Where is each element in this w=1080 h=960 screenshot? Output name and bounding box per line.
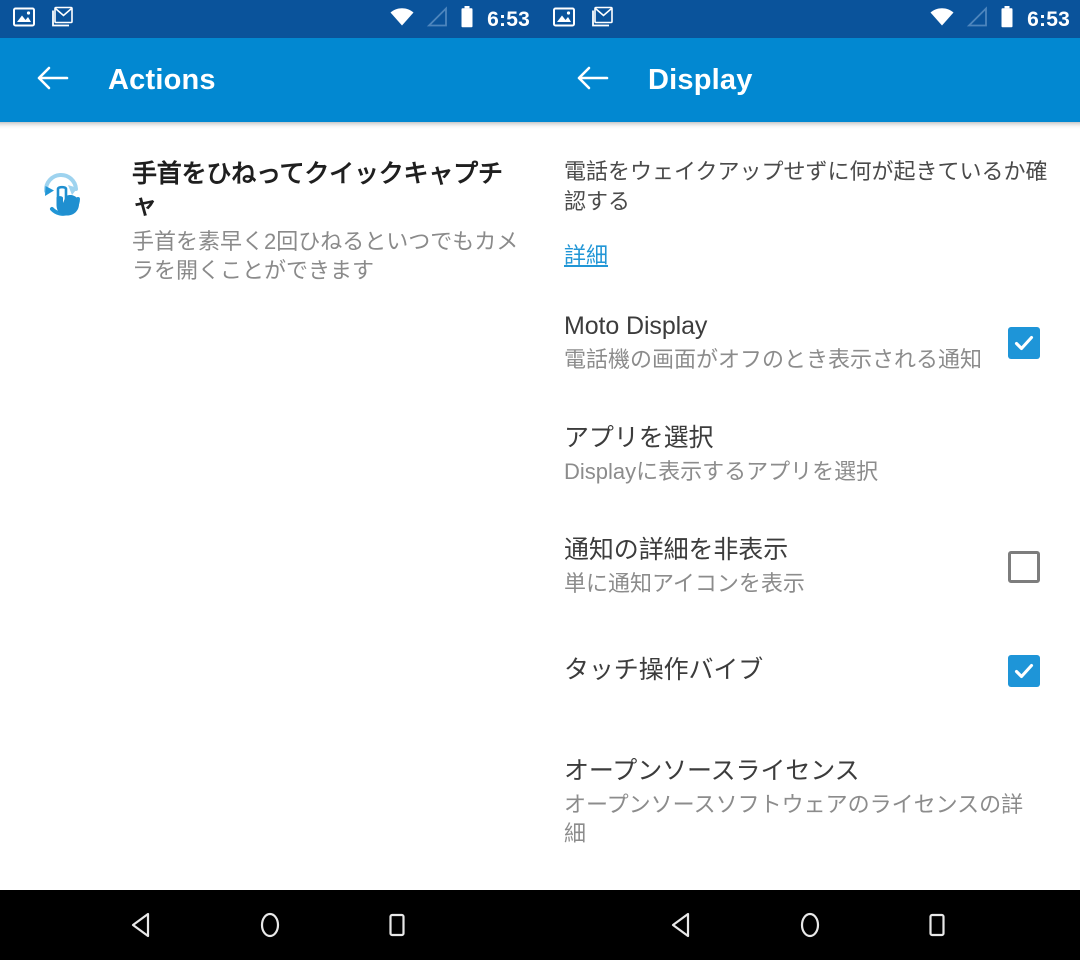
recents-nav-icon[interactable] [367, 895, 427, 955]
status-clock: 6:53 [487, 7, 530, 31]
back-nav-icon[interactable] [653, 895, 713, 955]
home-nav-icon[interactable] [240, 895, 300, 955]
status-bar-left: 6:53 [0, 0, 540, 38]
preference-text-block: タッチ操作バイブ [564, 655, 1008, 686]
screen: 6:53 Actions 手首をひねってクイックキャプチャ 手首を素早く2回ひね… [0, 0, 1080, 960]
preference-row-moto-display[interactable]: Moto Display 電話機の画面がオフのとき表示される通知 [540, 306, 1080, 380]
preference-title: Moto Display [564, 311, 708, 340]
action-title: 手首をひねってクイックキャプチャ [132, 160, 503, 220]
back-button-actions[interactable] [24, 52, 80, 108]
photos-icon [12, 5, 36, 34]
preference-row-select-apps[interactable]: アプリを選択 Displayに表示するアプリを選択 [540, 418, 1080, 492]
preference-title: アプリを選択 [564, 423, 714, 452]
nav-group-left [0, 890, 540, 960]
preference-list: Moto Display 電話機の画面がオフのとき表示される通知 アプリを選択 … [540, 306, 1080, 849]
display-intro-text: 電話をウェイクアップせずに何が起きているか確認する [564, 159, 1048, 215]
status-clock: 6:53 [1027, 7, 1070, 31]
display-intro: 電話をウェイクアップせずに何が起きているか確認する 詳細 [540, 129, 1080, 268]
status-system-icons-right: 6:53 [929, 5, 1070, 34]
photos-icon [552, 5, 576, 34]
checkbox-hide-notification-details[interactable] [1008, 550, 1040, 583]
gmail-icon [590, 5, 614, 34]
back-nav-icon[interactable] [113, 895, 173, 955]
page-title-display: Display [648, 63, 753, 96]
preference-subtitle: 電話機の画面がオフのとき表示される通知 [564, 347, 983, 373]
back-button-display[interactable] [564, 52, 620, 108]
wifi-icon [929, 6, 955, 33]
wifi-icon [389, 6, 415, 33]
app-bar-shadow-right [540, 122, 1080, 129]
home-nav-icon[interactable] [780, 895, 840, 955]
battery-icon [459, 5, 475, 34]
learn-more-link[interactable]: 詳細 [564, 244, 608, 267]
system-navigation-bar [0, 890, 1080, 960]
preference-subtitle: Displayに表示するアプリを選択 [564, 459, 879, 485]
checkbox-touch-vibrate[interactable] [1008, 654, 1040, 687]
preference-text-block: 通知の詳細を非表示 単に通知アイコンを表示 [564, 535, 1008, 599]
status-system-icons: 6:53 [389, 5, 530, 34]
status-notification-icons-right [552, 5, 614, 34]
signal-icon [425, 5, 449, 33]
nav-group-right [540, 890, 1080, 960]
signal-icon [965, 5, 989, 33]
preference-subtitle: 単に通知アイコンを表示 [564, 571, 805, 597]
dual-pane-container: 6:53 Actions 手首をひねってクイックキャプチャ 手首を素早く2回ひね… [0, 0, 1080, 890]
right-pane-display: 6:53 Display 電話をウェイクアップせずに何が起きているか確認する 詳… [540, 0, 1080, 890]
app-bar-shadow-left [0, 122, 540, 129]
back-arrow-icon [35, 63, 69, 98]
wrist-twist-icon [30, 167, 94, 231]
preference-row-touch-vibrate[interactable]: タッチ操作バイブ [540, 634, 1080, 708]
back-arrow-icon [575, 63, 609, 98]
preference-title: オープンソースライセンス [564, 756, 860, 785]
preference-text-block: アプリを選択 Displayに表示するアプリを選択 [564, 423, 1056, 487]
recents-nav-icon[interactable] [907, 895, 967, 955]
preference-row-open-source-licenses[interactable]: オープンソースライセンス オープンソースソフトウェアのライセンスの詳細 [540, 756, 1080, 849]
action-text-block: 手首をひねってクイックキャプチャ 手首を素早く2回ひねるといつでもカメラを開くこ… [132, 153, 524, 285]
preference-text-block: Moto Display 電話機の画面がオフのとき表示される通知 [564, 311, 1008, 375]
preference-row-hide-notification-details[interactable]: 通知の詳細を非表示 単に通知アイコンを表示 [540, 530, 1080, 604]
content-actions: 手首をひねってクイックキャプチャ 手首を素早く2回ひねるといつでもカメラを開くこ… [0, 129, 540, 286]
app-bar-actions: Actions [0, 38, 540, 122]
checkbox-moto-display[interactable] [1008, 326, 1040, 359]
preference-title: 通知の詳細を非表示 [564, 535, 789, 564]
preference-text-block: オープンソースライセンス オープンソースソフトウェアのライセンスの詳細 [564, 756, 1056, 849]
content-display: 電話をウェイクアップせずに何が起きているか確認する 詳細 Moto Displa… [540, 129, 1080, 849]
battery-icon [999, 5, 1015, 34]
status-bar-right: 6:53 [540, 0, 1080, 38]
preference-subtitle: オープンソースソフトウェアのライセンスの詳細 [564, 792, 1024, 846]
left-pane-actions: 6:53 Actions 手首をひねってクイックキャプチャ 手首を素早く2回ひね… [0, 0, 540, 890]
app-bar-display: Display [540, 38, 1080, 122]
action-row-quick-capture[interactable]: 手首をひねってクイックキャプチャ 手首を素早く2回ひねるといつでもカメラを開くこ… [0, 129, 540, 285]
page-title-actions: Actions [108, 63, 216, 96]
preference-title: タッチ操作バイブ [564, 656, 764, 685]
status-notification-icons [12, 5, 74, 34]
gmail-icon [50, 5, 74, 34]
action-subtitle: 手首を素早く2回ひねるといつでもカメラを開くことができます [132, 228, 519, 283]
